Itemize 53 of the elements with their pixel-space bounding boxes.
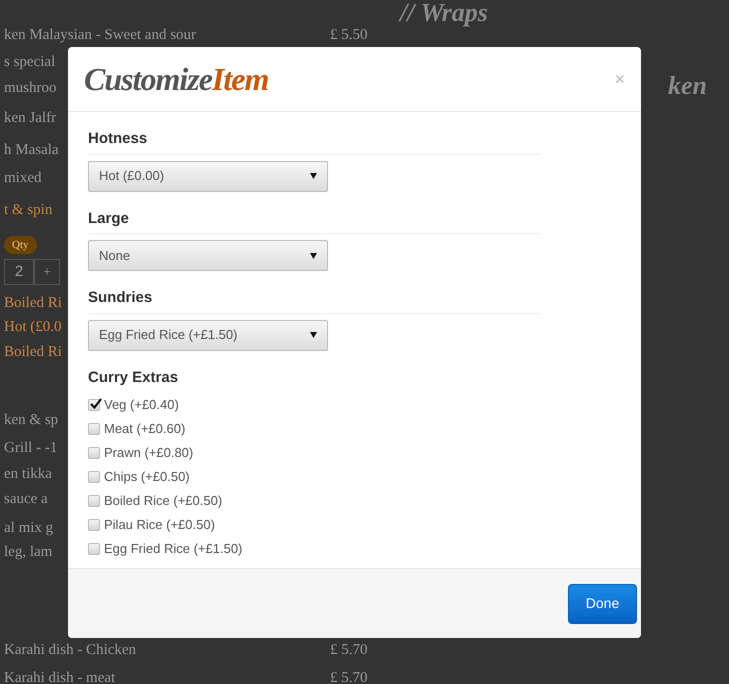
menu-item-name: Karahi dish - Chicken <box>4 640 138 660</box>
checkbox-label: Veg (+£0.40) <box>104 396 179 414</box>
menu-item-text: ken & sp <box>4 410 58 430</box>
menu-item-text: h Masala <box>4 140 59 160</box>
checkbox-label: Pilau Rice (+£0.50) <box>104 516 215 534</box>
checkbox[interactable] <box>88 519 100 531</box>
check-icon <box>90 398 102 409</box>
field-label: Large <box>88 208 540 234</box>
option-text: Hot (£0.0 <box>4 318 62 337</box>
menu-item-text: al mix g <box>4 518 54 538</box>
checkbox[interactable] <box>88 543 100 555</box>
checkbox[interactable] <box>88 447 100 459</box>
dialog-title: CustomizeItem <box>84 60 268 99</box>
field-label: Hotness <box>88 128 540 154</box>
dropdown[interactable]: Egg Fried Rice (+£1.50) <box>88 320 328 350</box>
increase-button[interactable]: + <box>34 259 60 285</box>
checkbox[interactable] <box>88 471 100 483</box>
caret-icon <box>310 173 317 179</box>
menu-item-text: ken Jalfr <box>4 108 56 128</box>
menu-item-text: leg, lam <box>4 542 52 562</box>
checkbox[interactable] <box>88 495 100 507</box>
menu-item-text: mixed <box>4 168 42 188</box>
checkbox-label: Prawn (+£0.80) <box>104 444 194 462</box>
section-heading: // Wraps <box>400 0 489 26</box>
checkbox[interactable] <box>88 399 100 411</box>
checkbox-label: Boiled Rice (+£0.50) <box>104 492 222 510</box>
menu-item-text: mushroo <box>4 78 56 98</box>
menu-item-price: £ 5.70 <box>330 640 368 660</box>
option-text: t & spin <box>4 200 52 220</box>
field-label: Sundries <box>88 287 540 314</box>
checkbox-label: Egg Fried Rice (+£1.50) <box>104 540 242 558</box>
menu-item-name: Karahi dish - meat <box>4 668 116 684</box>
checkbox-label: Chips (+£0.50) <box>104 468 190 486</box>
option-text: Boiled Ri <box>4 342 62 362</box>
menu-item-price: £ 5.50 <box>330 26 368 45</box>
done-button[interactable]: Done <box>568 584 637 624</box>
menu-item-text: en tikka <box>4 464 52 484</box>
menu-item-text: sauce a <box>4 490 48 509</box>
caret-icon <box>310 252 317 258</box>
option-text: Boiled Ri <box>4 294 62 313</box>
section-heading: ken <box>668 70 708 102</box>
checkbox-label: Meat (+£0.60) <box>104 420 186 438</box>
menu-item-name: ken Malaysian - Sweet and sour <box>4 26 198 45</box>
checkbox[interactable] <box>88 423 100 435</box>
qty-badge: Qty <box>4 236 36 254</box>
dropdown[interactable]: None <box>88 240 328 271</box>
quantity-field[interactable]: 2 <box>4 259 34 285</box>
dropdown[interactable]: Hot (£0.00) <box>88 160 328 192</box>
menu-item-text: Grill - -1 <box>4 438 58 458</box>
menu-item-text: s special <box>4 52 56 72</box>
field-label: Curry Extras <box>88 368 180 388</box>
caret-icon <box>310 332 317 338</box>
menu-item-price: £ 5.70 <box>330 668 368 684</box>
